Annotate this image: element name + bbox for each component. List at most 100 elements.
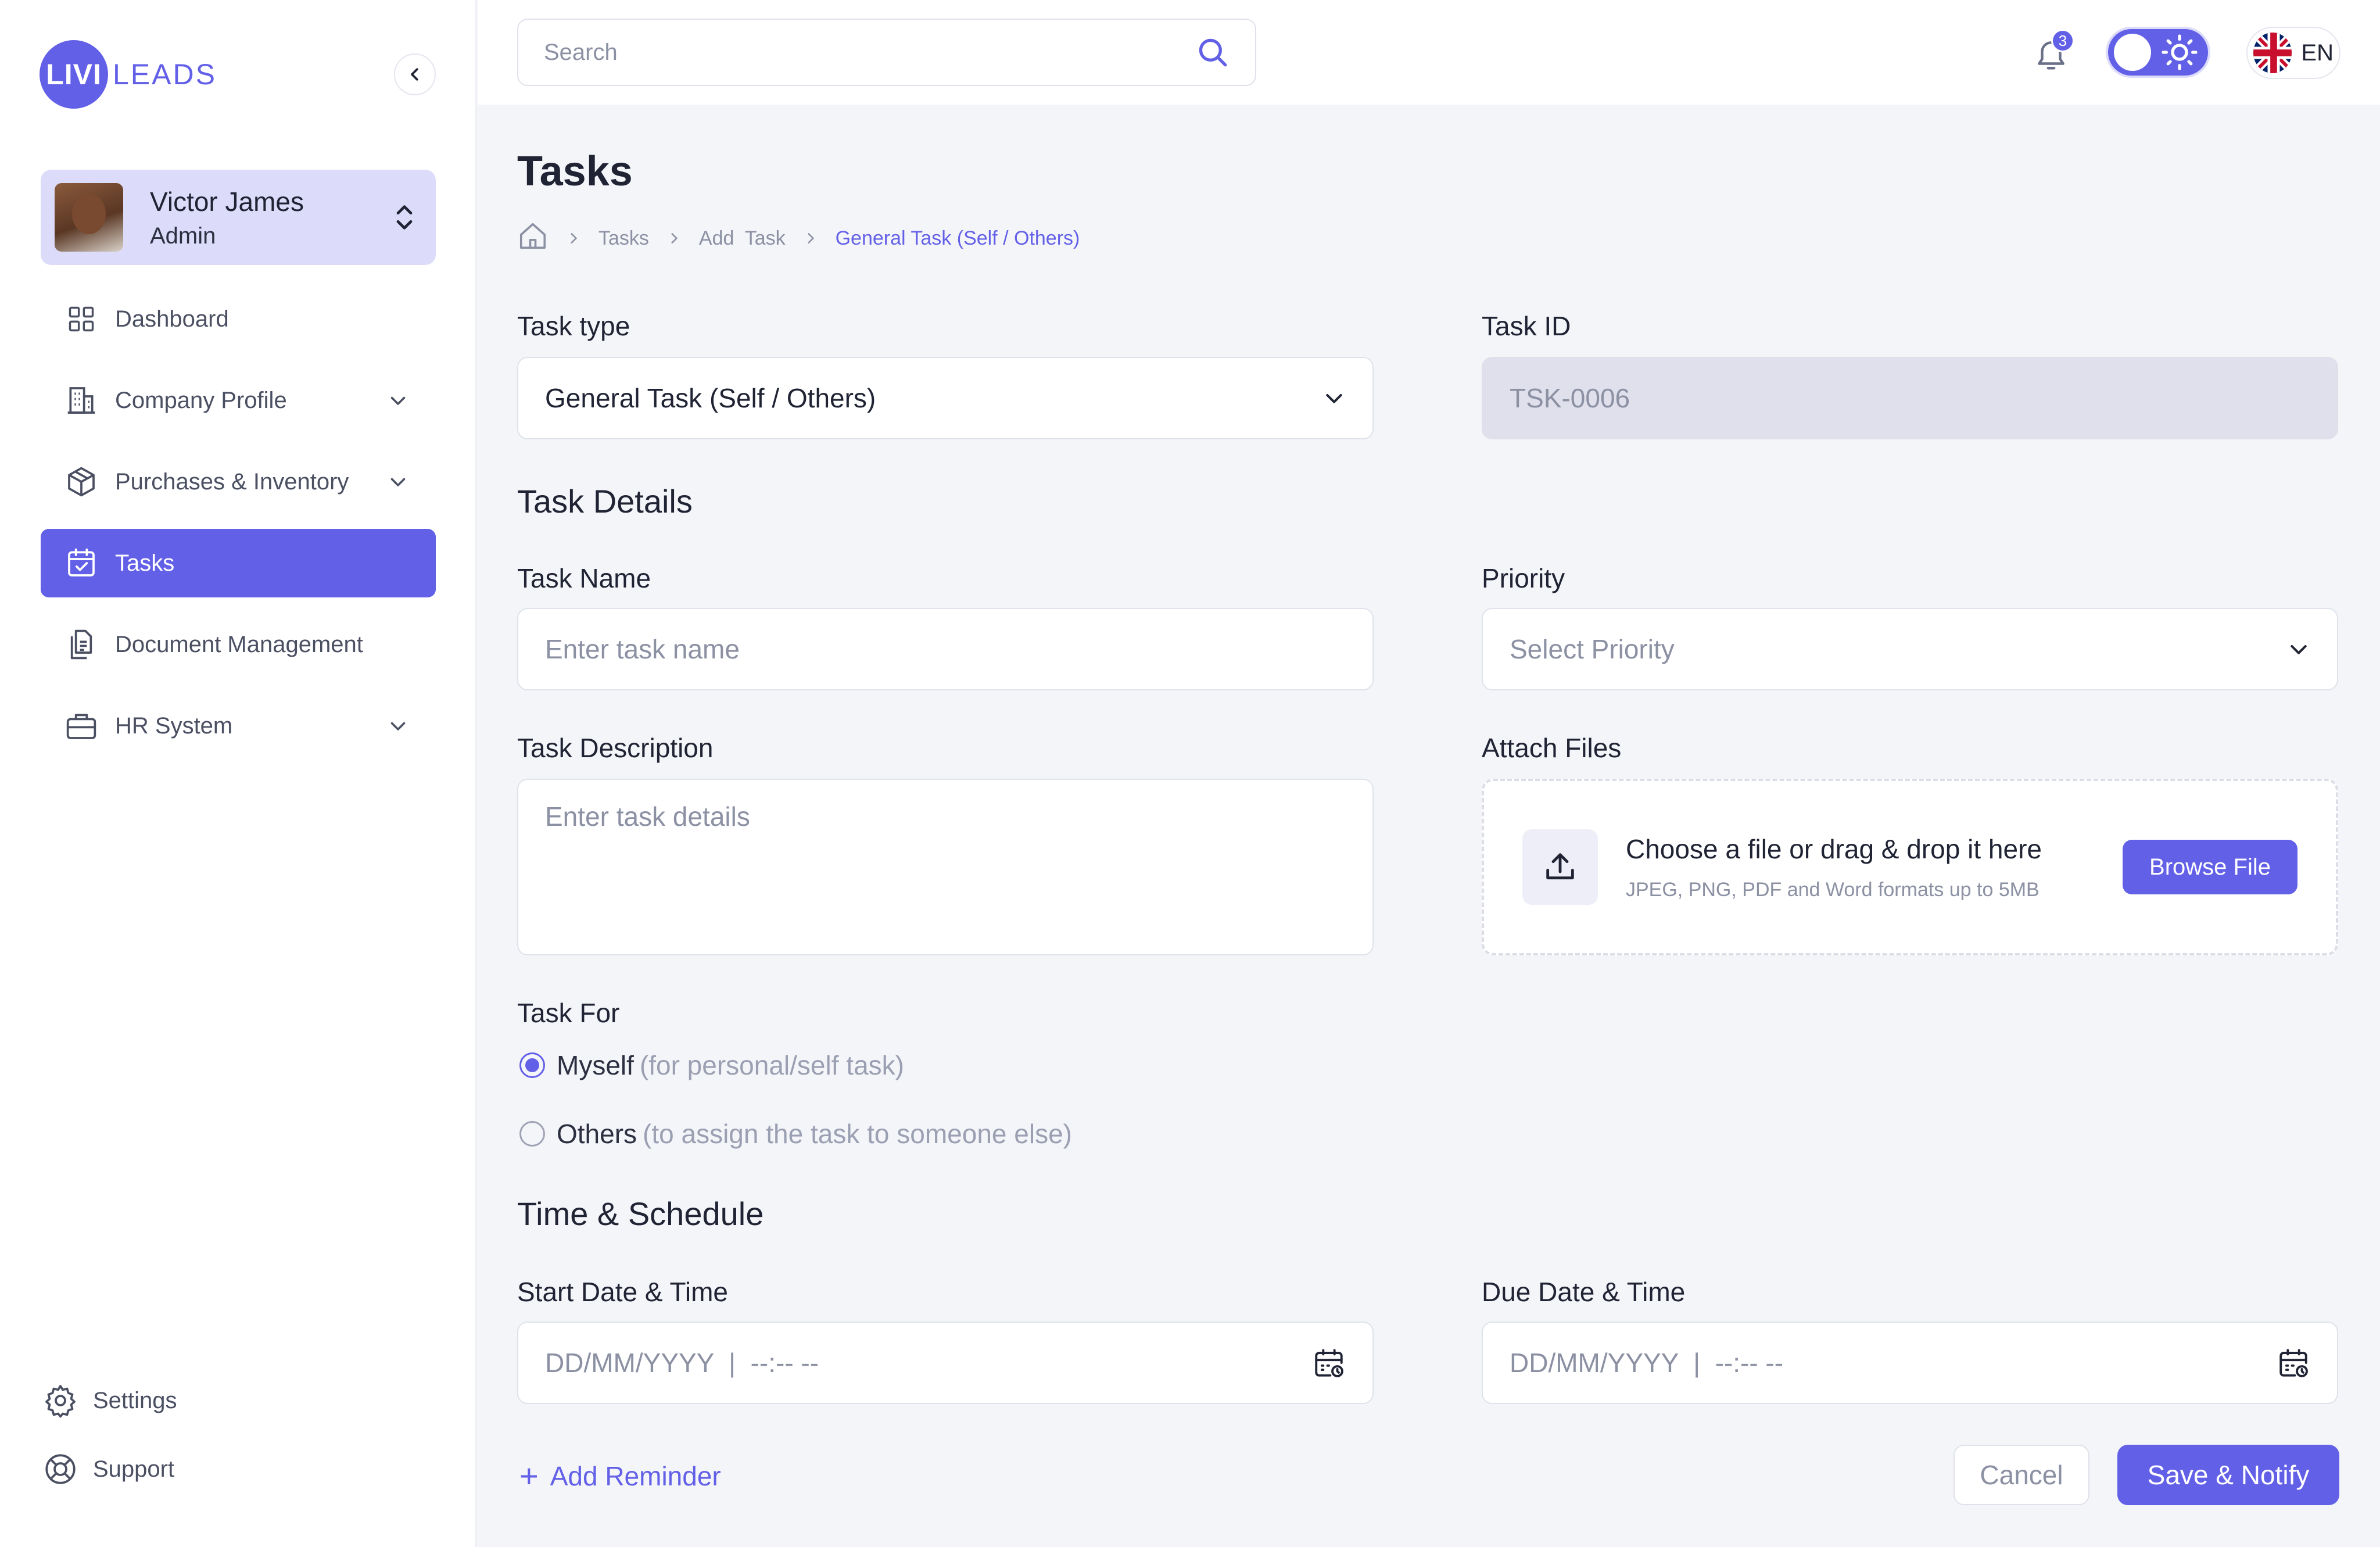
chevron-down-icon xyxy=(383,386,413,415)
toggle-knob xyxy=(2114,34,2151,71)
plus-icon: + xyxy=(519,1458,539,1494)
chevron-right-icon xyxy=(566,231,581,246)
start-date-label: Start Date & Time xyxy=(517,1277,729,1307)
task-details-heading: Task Details xyxy=(517,483,693,520)
dropzone-title: Choose a file or drag & drop it here xyxy=(1626,833,2042,864)
calendar-check-icon xyxy=(64,546,99,581)
box-icon xyxy=(64,464,99,499)
start-datetime-field[interactable]: DD/MM/YYYY | --:-- -- xyxy=(517,1322,1374,1404)
building-icon xyxy=(64,383,99,418)
sidebar-nav: Dashboard Company Profile Purchases & In… xyxy=(41,285,436,773)
chevron-down-icon xyxy=(2291,645,2307,654)
task-id-label: Task ID xyxy=(1482,311,1571,341)
time-schedule-heading: Time & Schedule xyxy=(517,1195,764,1232)
calendar-clock-icon[interactable] xyxy=(2277,1346,2310,1380)
breadcrumb: Tasks Add Task General Task (Self / Othe… xyxy=(517,221,1080,256)
search-icon[interactable] xyxy=(1196,35,1230,69)
task-type-label: Task type xyxy=(517,311,630,341)
page-title: Tasks xyxy=(517,148,633,195)
sidebar-item-label: Document Management xyxy=(115,631,363,657)
radio-button[interactable] xyxy=(519,1052,545,1078)
sidebar-item-label: Dashboard xyxy=(115,306,229,332)
sidebar-item-tasks[interactable]: Tasks xyxy=(41,529,436,597)
calendar-clock-icon[interactable] xyxy=(1312,1346,1346,1380)
uk-flag-icon xyxy=(2253,33,2292,73)
priority-select[interactable]: Select Priority xyxy=(1482,608,2338,690)
chevron-down-icon xyxy=(1326,394,1342,403)
notification-count-badge: 3 xyxy=(2051,29,2074,52)
sidebar-item-company-profile[interactable]: Company Profile xyxy=(41,366,436,435)
chevron-right-icon xyxy=(803,231,818,246)
user-info: Victor James Admin xyxy=(150,186,387,249)
breadcrumb-item-current: General Task (Self / Others) xyxy=(835,227,1080,249)
lifebuoy-icon xyxy=(41,1449,80,1489)
search-input[interactable] xyxy=(544,39,1196,66)
priority-label: Priority xyxy=(1482,563,1565,593)
browse-file-button[interactable]: Browse File xyxy=(2123,840,2297,894)
due-datetime-placeholder: DD/MM/YYYY | --:-- -- xyxy=(1510,1348,1784,1378)
avatar xyxy=(55,183,123,252)
chevron-up-down-icon xyxy=(387,194,422,241)
breadcrumb-item-add-task[interactable]: Add Task xyxy=(699,227,786,250)
language-code: EN xyxy=(2301,40,2334,66)
start-datetime-placeholder: DD/MM/YYYY | --:-- -- xyxy=(545,1348,819,1378)
sidebar-item-label: HR System xyxy=(115,712,233,739)
dropzone-text: Choose a file or drag & drop it here JPE… xyxy=(1626,833,2123,901)
logo-text: LEADS xyxy=(113,58,217,91)
task-id-value: TSK-0006 xyxy=(1510,383,1630,413)
chevron-down-icon xyxy=(383,467,413,496)
task-type-value: General Task (Self / Others) xyxy=(545,383,876,413)
sidebar: LIVI LEADS Victor James Admin Dashboard … xyxy=(0,0,476,1547)
attach-files-label: Attach Files xyxy=(1482,733,1622,763)
sidebar-item-purchases-inventory[interactable]: Purchases & Inventory xyxy=(41,447,436,516)
task-type-select[interactable]: General Task (Self / Others) xyxy=(517,357,1374,439)
briefcase-icon xyxy=(64,708,99,743)
task-name-field[interactable]: Enter task name xyxy=(517,608,1374,690)
sidebar-item-settings[interactable]: Settings xyxy=(41,1371,436,1430)
sidebar-item-label: Settings xyxy=(93,1387,177,1413)
user-role: Admin xyxy=(150,223,216,249)
collapse-sidebar-button[interactable] xyxy=(394,53,436,95)
task-for-label: Task For xyxy=(517,998,620,1028)
cancel-button[interactable]: Cancel xyxy=(1954,1445,2089,1505)
sidebar-item-hr-system[interactable]: HR System xyxy=(41,692,436,760)
sidebar-item-support[interactable]: Support xyxy=(41,1440,436,1498)
user-switcher[interactable]: Victor James Admin xyxy=(41,170,436,265)
sidebar-item-document-management[interactable]: Document Management xyxy=(41,610,436,679)
radio-button[interactable] xyxy=(519,1121,545,1147)
logo-badge: LIVI xyxy=(40,40,108,109)
chevron-left-icon xyxy=(411,68,418,81)
topbar: 3 EN xyxy=(478,0,2380,105)
sidebar-item-label: Company Profile xyxy=(115,387,287,413)
chevron-right-icon xyxy=(666,231,682,246)
save-notify-button[interactable]: Save & Notify xyxy=(2117,1445,2339,1505)
sidebar-item-label: Purchases & Inventory xyxy=(115,468,349,495)
language-selector[interactable]: EN xyxy=(2246,27,2340,79)
sun-icon xyxy=(2159,32,2200,73)
notifications-button[interactable]: 3 xyxy=(2023,27,2079,83)
task-description-placeholder: Enter task details xyxy=(545,801,750,832)
app-logo[interactable]: LIVI LEADS xyxy=(40,40,217,109)
radio-label: Others xyxy=(557,1119,637,1149)
theme-toggle[interactable] xyxy=(2106,27,2210,78)
file-dropzone[interactable]: Choose a file or drag & drop it here JPE… xyxy=(1482,779,2338,955)
add-reminder-button[interactable]: + Add Reminder xyxy=(519,1453,721,1499)
task-description-textarea[interactable]: Enter task details xyxy=(517,779,1374,955)
sidebar-item-dashboard[interactable]: Dashboard xyxy=(41,285,436,353)
search-box xyxy=(517,19,1256,86)
task-id-field: TSK-0006 xyxy=(1482,357,2338,439)
task-name-label: Task Name xyxy=(517,563,651,593)
due-datetime-field[interactable]: DD/MM/YYYY | --:-- -- xyxy=(1482,1322,2338,1404)
task-description-label: Task Description xyxy=(517,733,714,763)
dropzone-subtitle: JPEG, PNG, PDF and Word formats up to 5M… xyxy=(1626,878,2040,901)
breadcrumb-item-tasks[interactable]: Tasks xyxy=(598,227,649,250)
task-for-option-others[interactable]: Others (to assign the task to someone el… xyxy=(519,1118,1072,1149)
home-icon[interactable] xyxy=(517,220,549,257)
due-date-label: Due Date & Time xyxy=(1482,1277,1686,1307)
radio-label: Myself xyxy=(557,1050,634,1080)
gear-icon xyxy=(41,1381,80,1420)
chevron-down-icon xyxy=(383,711,413,740)
task-name-placeholder: Enter task name xyxy=(545,634,740,664)
upload-icon xyxy=(1522,829,1598,905)
task-for-option-myself[interactable]: Myself (for personal/self task) xyxy=(519,1050,904,1081)
